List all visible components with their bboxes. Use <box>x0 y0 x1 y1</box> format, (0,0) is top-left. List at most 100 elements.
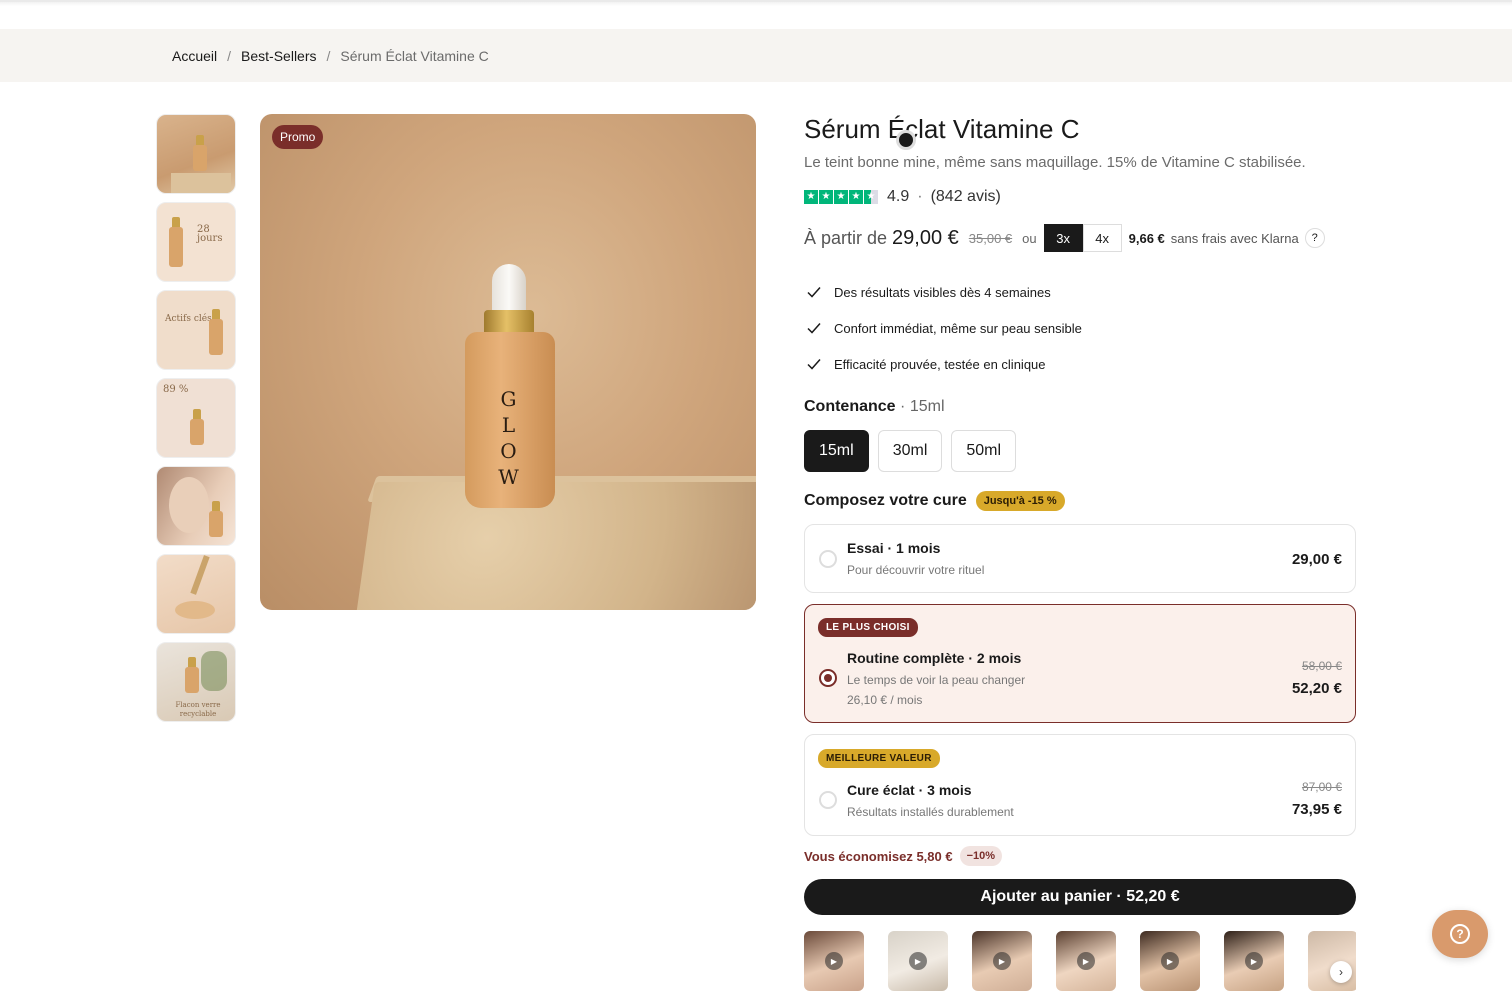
plan-price: 29,00 € <box>1291 551 1342 568</box>
plan-option-routine[interactable]: LE PLUS CHOISI Routine complète · 2 mois… <box>804 604 1356 723</box>
help-button[interactable]: ? <box>1432 910 1488 958</box>
size-option-30ml[interactable]: 30ml <box>877 430 943 472</box>
thumb-texture-dropper[interactable] <box>156 554 236 634</box>
price-old: 35,00 € <box>968 230 1013 246</box>
breadcrumb-best-sellers[interactable]: Best-Sellers <box>241 48 316 64</box>
benefit-text: Confort immédiat, même sur peau sensible <box>834 320 1082 336</box>
question-icon[interactable]: ? <box>1304 228 1325 248</box>
star-icon: ★ <box>834 190 848 204</box>
thumb-89-percent[interactable]: 89 % <box>156 378 236 458</box>
plan-radio[interactable] <box>819 669 837 687</box>
play-icon: ▶ <box>1245 952 1263 970</box>
breadcrumb-separator: / <box>227 47 232 64</box>
size-label-text: Contenance <box>804 398 896 415</box>
rating-reviews-count[interactable]: (842 avis) <box>931 188 1001 206</box>
question-circle-icon: ? <box>1450 924 1470 944</box>
benefit-text: Efficacité prouvée, testée en clinique <box>834 356 1046 372</box>
plan-old-price: 58,00 € <box>1301 659 1342 673</box>
thumb-bottle-on-stone[interactable] <box>156 114 236 194</box>
ugc-video[interactable]: ▶ <box>888 931 948 991</box>
plan-desc: Pour découvrir votre rituel <box>847 563 985 577</box>
klarna-text: sans frais avec Klarna <box>1170 230 1299 246</box>
chevron-right-icon[interactable]: › <box>1330 961 1352 983</box>
breadcrumb-separator: / <box>326 47 331 64</box>
play-icon: ▶ <box>825 952 843 970</box>
size-selected-prefix: · <box>900 398 906 415</box>
thumb-text: 89 % <box>163 384 189 395</box>
plan-desc: Résultats installés durablement <box>847 805 1014 819</box>
bottle-label-letter: L <box>501 413 517 437</box>
star-half-icon: ★ <box>864 190 878 204</box>
bottle-label-letter: O <box>500 439 518 463</box>
plan-price: 73,95 € <box>1291 801 1342 818</box>
rating-separator: · <box>917 188 923 205</box>
plan-option-essai[interactable]: Essai · 1 mois Pour découvrir votre ritu… <box>804 524 1356 593</box>
star-icon: ★ <box>819 190 833 204</box>
size-options: 15ml 30ml 50ml <box>804 430 1356 472</box>
product-main-image[interactable]: GLOW Promo <box>260 114 756 610</box>
plan-badge: LE PLUS CHOISI <box>818 618 918 637</box>
ugc-video[interactable]: ▶ <box>972 931 1032 991</box>
plan-name: Routine complète · 2 mois <box>847 650 1022 666</box>
thumb-results-28-days[interactable]: 28 jours <box>156 202 236 282</box>
plan-radio[interactable] <box>819 550 837 568</box>
price-or-label: ou <box>1022 230 1037 246</box>
size-option-15ml[interactable]: 15ml <box>804 430 869 472</box>
plan-price: 52,20 € <box>1291 680 1342 697</box>
ugc-video[interactable]: ▶ <box>1224 931 1284 991</box>
benefit-item: Confort immédiat, même sur peau sensible <box>804 310 1356 346</box>
header-bar <box>0 0 1512 6</box>
breadcrumb-home[interactable]: Accueil <box>172 48 217 64</box>
product-title: Sérum Éclat Vitamine C <box>804 114 1080 144</box>
plan-name: Essai · 1 mois <box>847 540 941 556</box>
savings-pill: −10% <box>959 846 1003 866</box>
thumb-text: Flacon verre recyclable <box>175 701 221 718</box>
thumb-actifs-cles[interactable]: Actifs clés <box>156 290 236 370</box>
benefit-item: Efficacité prouvée, testée en clinique <box>804 346 1356 382</box>
klarna-4x-button[interactable]: 4x <box>1082 224 1122 252</box>
savings-text: Vous économisez 5,80 € <box>804 848 953 864</box>
plan-old-price: 87,00 € <box>1301 780 1342 794</box>
rating-row[interactable]: ★ ★ ★ ★ ★ 4.9 · (842 avis) <box>804 188 1356 206</box>
price-from-label: À partir de <box>804 227 888 248</box>
size-label: Contenance · 15ml <box>804 398 1356 416</box>
product-info: Sérum Éclat Vitamine C Le teint bonne mi… <box>804 114 1356 991</box>
plan-per-month: 26,10 € / mois <box>847 693 923 707</box>
play-icon: ▶ <box>909 952 927 970</box>
plan-option-cure-eclat[interactable]: MEILLEURE VALEUR Cure éclat · 3 mois Rés… <box>804 734 1356 836</box>
klarna-amount: 9,66 € <box>1128 230 1165 246</box>
size-option-50ml[interactable]: 50ml <box>951 430 1017 472</box>
savings-row: Vous économisez 5,80 € −10% <box>804 846 1356 866</box>
ugc-video[interactable] <box>1308 931 1356 991</box>
check-icon <box>807 323 821 334</box>
size-selected-value: 15ml <box>909 398 945 415</box>
add-to-cart-button[interactable]: Ajouter au panier · 52,20 € <box>804 879 1356 915</box>
rating-score: 4.9 <box>887 188 910 205</box>
ugc-video[interactable]: ▶ <box>804 931 864 991</box>
stone-pedestal <box>355 482 756 610</box>
ugc-video[interactable]: ▶ <box>1140 931 1200 991</box>
price-current: 29,00 € <box>892 226 959 249</box>
breadcrumb: Accueil / Best-Sellers / Sérum Éclat Vit… <box>0 29 1512 82</box>
star-icon: ★ <box>804 190 818 204</box>
thumb-model-applying[interactable] <box>156 466 236 546</box>
play-icon: ▶ <box>1077 952 1095 970</box>
price-row: À partir de 29,00 € 35,00 € ou 3x 4x 9,6… <box>804 223 1356 253</box>
check-icon <box>807 359 821 370</box>
benefit-item: Des résultats visibles dès 4 semaines <box>804 274 1356 310</box>
play-icon: ▶ <box>993 952 1011 970</box>
klarna-3x-button[interactable]: 3x <box>1043 224 1083 252</box>
product-subtitle: Le teint bonne mine, même sans maquillag… <box>804 154 1306 171</box>
ugc-video[interactable]: ▶ <box>1056 931 1116 991</box>
plan-name: Cure éclat · 3 mois <box>847 782 972 798</box>
ugc-video-strip: ▶ ▶ ▶ ▶ ▶ ▶ › <box>804 931 1356 991</box>
cure-discount-badge: Jusqu'à -15 % <box>975 491 1065 511</box>
plan-radio[interactable] <box>819 791 837 809</box>
rating-stars: ★ ★ ★ ★ ★ <box>804 190 879 204</box>
breadcrumb-current: Sérum Éclat Vitamine C <box>340 47 489 64</box>
benefits-list: Des résultats visibles dès 4 semaines Co… <box>804 274 1356 382</box>
plan-badge: MEILLEURE VALEUR <box>818 749 940 768</box>
thumb-text: Actifs clés <box>165 314 212 324</box>
thumb-recyclable-bottle[interactable]: Flacon verre recyclable <box>156 642 236 722</box>
thumb-text: 28 jours <box>197 224 223 244</box>
